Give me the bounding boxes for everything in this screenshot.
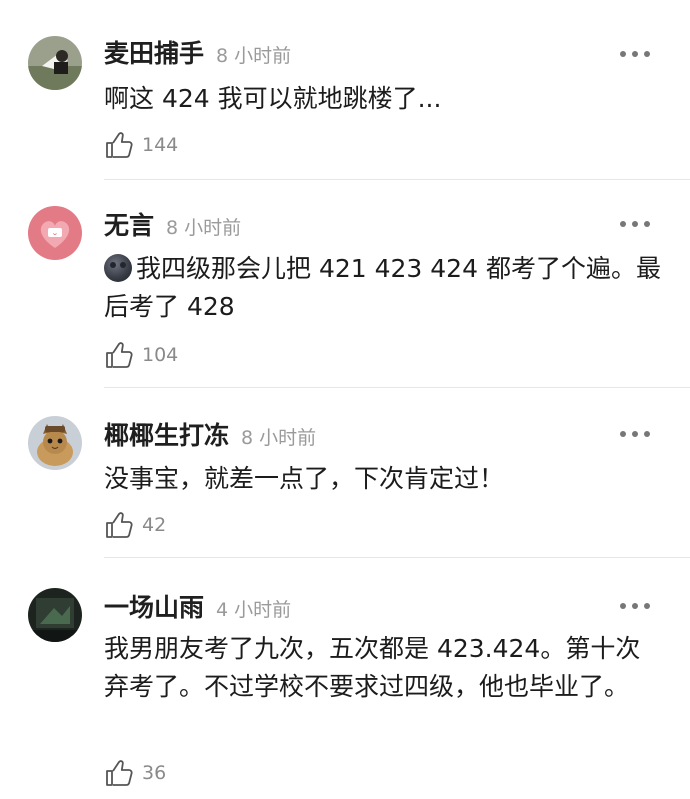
comment-header: 麦田捕手 8 小时前 bbox=[104, 34, 291, 70]
comment-item: ᴗ 无言 8 小时前 我四级那会儿把 421 423 424 都考了个遍。最后考… bbox=[0, 180, 690, 388]
dark-photo-avatar-icon bbox=[28, 588, 82, 642]
like-button[interactable]: 144 bbox=[104, 128, 178, 162]
avatar[interactable] bbox=[28, 36, 82, 90]
photo-avatar-icon bbox=[28, 36, 82, 90]
comment-text: 没事宝，就差一点了，下次肯定过！ bbox=[104, 464, 505, 493]
comment-item: 麦田捕手 8 小时前 啊这 424 我可以就地跳楼了... 144 bbox=[0, 0, 690, 180]
username[interactable]: 无言 bbox=[104, 206, 154, 242]
comment-header: 一场山雨 4 小时前 bbox=[104, 588, 291, 624]
divider bbox=[104, 387, 690, 388]
comment-text: 我男朋友考了九次，五次都是 423.424。第十次弃考了。不过学校不要求过四级，… bbox=[104, 634, 641, 701]
comment-feed: 麦田捕手 8 小时前 啊这 424 我可以就地跳楼了... 144 ᴗ 无言 8… bbox=[0, 0, 690, 799]
avatar[interactable] bbox=[28, 588, 82, 642]
like-count: 104 bbox=[142, 344, 179, 366]
timestamp: 8 小时前 bbox=[216, 45, 292, 67]
username[interactable]: 一场山雨 bbox=[104, 588, 204, 624]
thumbs-up-icon bbox=[106, 760, 133, 786]
more-dots-icon[interactable] bbox=[620, 220, 650, 228]
more-dots-icon[interactable] bbox=[620, 50, 650, 58]
timestamp: 8 小时前 bbox=[241, 427, 317, 449]
cat-avatar-icon bbox=[28, 416, 82, 470]
comment-text: 我四级那会儿把 421 423 424 都考了个遍。最后考了 428 bbox=[104, 250, 664, 326]
comment-item: 一场山雨 4 小时前 我男朋友考了九次，五次都是 423.424。第十次弃考了。… bbox=[0, 558, 690, 799]
thumbs-up-icon bbox=[106, 132, 133, 158]
timestamp: 4 小时前 bbox=[216, 599, 292, 621]
like-button[interactable]: 36 bbox=[104, 756, 166, 790]
username[interactable]: 麦田捕手 bbox=[104, 34, 204, 70]
like-count: 144 bbox=[142, 134, 179, 156]
like-button[interactable]: 104 bbox=[104, 338, 178, 372]
pink-heart-avatar-icon: ᴗ bbox=[28, 206, 82, 260]
like-count: 36 bbox=[142, 762, 167, 784]
comment-header: 无言 8 小时前 bbox=[104, 206, 241, 242]
avatar[interactable]: ᴗ bbox=[28, 206, 82, 260]
divider bbox=[104, 179, 690, 180]
divider bbox=[104, 557, 690, 558]
like-count: 42 bbox=[142, 514, 167, 536]
thumbs-up-icon bbox=[106, 342, 133, 368]
comment-text-body: 我四级那会儿把 421 423 424 都考了个遍。最后考了 428 bbox=[104, 254, 661, 321]
thumbs-up-icon bbox=[106, 512, 133, 538]
more-dots-icon[interactable] bbox=[620, 430, 650, 438]
new-moon-face-emoji-icon bbox=[104, 254, 132, 282]
comment-item: 椰椰生打冻 8 小时前 没事宝，就差一点了，下次肯定过！ 42 bbox=[0, 388, 690, 558]
more-dots-icon[interactable] bbox=[620, 602, 650, 610]
timestamp: 8 小时前 bbox=[166, 217, 242, 239]
comment-header: 椰椰生打冻 8 小时前 bbox=[104, 416, 316, 452]
svg-text:ᴗ: ᴗ bbox=[53, 230, 57, 237]
comment-text: 啊这 424 我可以就地跳楼了... bbox=[104, 84, 442, 113]
avatar[interactable] bbox=[28, 416, 82, 470]
username[interactable]: 椰椰生打冻 bbox=[104, 416, 229, 452]
like-button[interactable]: 42 bbox=[104, 508, 166, 542]
